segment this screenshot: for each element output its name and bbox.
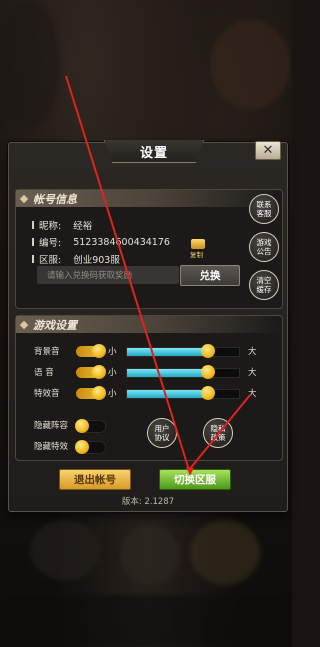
- slider-min-label: 小: [108, 389, 117, 399]
- server-label: 区服:: [39, 255, 62, 266]
- slider-handle[interactable]: [200, 365, 215, 379]
- volume-slider[interactable]: [126, 365, 240, 379]
- contact-support-button[interactable]: 联系 客服: [249, 194, 279, 224]
- nickname-row: 昵称: 经裕: [32, 218, 92, 232]
- diamond-icon: [19, 194, 29, 203]
- server-row: 区服: 创业903服: [32, 252, 120, 266]
- bullet-bar-icon: [32, 238, 34, 246]
- id-row: 编号: 5123384600434176: [32, 235, 170, 249]
- privacy-policy-button[interactable]: 隐私 政策: [203, 418, 233, 448]
- game-settings-header: 游戏设置: [16, 316, 282, 333]
- hide-lineup-label: 隐藏阵容: [34, 421, 69, 431]
- hide-lineup-toggle[interactable]: [75, 419, 106, 433]
- settings-dialog: 设置 ✕ 帐号信息 昵称: 经裕 编号: 5123384600434176 复制…: [8, 140, 288, 512]
- id-label: 编号:: [39, 238, 62, 249]
- sound-toggle[interactable]: [76, 386, 106, 400]
- account-info-header: 帐号信息: [16, 190, 282, 207]
- server-value: 创业903服: [73, 255, 120, 266]
- toggle-knob[interactable]: [75, 419, 89, 433]
- slider-max-label: 大: [248, 389, 257, 399]
- switch-server-button[interactable]: 切换区服: [159, 469, 231, 490]
- clear-cache-button[interactable]: 清空 缓存: [249, 270, 279, 300]
- version-label: 版本: 2.1287: [121, 497, 175, 507]
- nickname-value: 经裕: [73, 221, 93, 232]
- slider-min-label: 小: [108, 347, 117, 357]
- dialog-title: 设置: [104, 140, 204, 163]
- slider-fill: [127, 390, 208, 398]
- toggle-knob[interactable]: [75, 440, 89, 454]
- game-settings-section: 游戏设置 背景音小大语 音小大特效音小大 隐藏阵容 隐藏特效 用户 协议 隐私 …: [15, 315, 283, 461]
- close-button[interactable]: ✕: [255, 141, 281, 160]
- id-value: 5123384600434176: [73, 236, 170, 248]
- volume-slider[interactable]: [126, 386, 240, 400]
- slider-max-label: 大: [248, 368, 257, 378]
- slider-label: 背景音: [34, 347, 60, 357]
- bullet-bar-icon: [32, 221, 34, 229]
- slider-label: 语 音: [34, 368, 54, 378]
- toggle-knob[interactable]: [92, 344, 106, 358]
- slider-min-label: 小: [108, 368, 117, 378]
- game-notice-button[interactable]: 游戏 公告: [249, 232, 279, 262]
- toggle-knob[interactable]: [92, 386, 106, 400]
- slider-handle[interactable]: [200, 386, 215, 400]
- slider-handle[interactable]: [200, 344, 215, 358]
- slider-fill: [127, 348, 208, 356]
- account-info-title: 帐号信息: [33, 192, 77, 206]
- bullet-bar-icon: [32, 255, 34, 263]
- sound-toggle[interactable]: [76, 344, 106, 358]
- volume-slider[interactable]: [126, 344, 240, 358]
- game-settings-title: 游戏设置: [33, 318, 77, 332]
- slider-max-label: 大: [248, 347, 257, 357]
- hide-effects-toggle[interactable]: [75, 440, 106, 454]
- copy-icon[interactable]: [191, 239, 205, 249]
- sound-toggle[interactable]: [76, 365, 106, 379]
- hide-effects-label: 隐藏特效: [34, 442, 69, 452]
- slider-fill: [127, 369, 208, 377]
- redeem-button[interactable]: 兑换: [180, 265, 240, 286]
- logout-button[interactable]: 退出帐号: [59, 469, 131, 490]
- user-agreement-button[interactable]: 用户 协议: [147, 418, 177, 448]
- copy-label[interactable]: 复制: [190, 249, 203, 259]
- account-info-section: 帐号信息 昵称: 经裕 编号: 5123384600434176 复制 区服: …: [15, 189, 283, 309]
- slider-label: 特效音: [34, 389, 60, 399]
- nickname-label: 昵称:: [39, 221, 62, 232]
- diamond-icon: [19, 320, 29, 329]
- toggle-knob[interactable]: [92, 365, 106, 379]
- redeem-code-input[interactable]: 请输入兑换码获取奖励: [37, 266, 179, 284]
